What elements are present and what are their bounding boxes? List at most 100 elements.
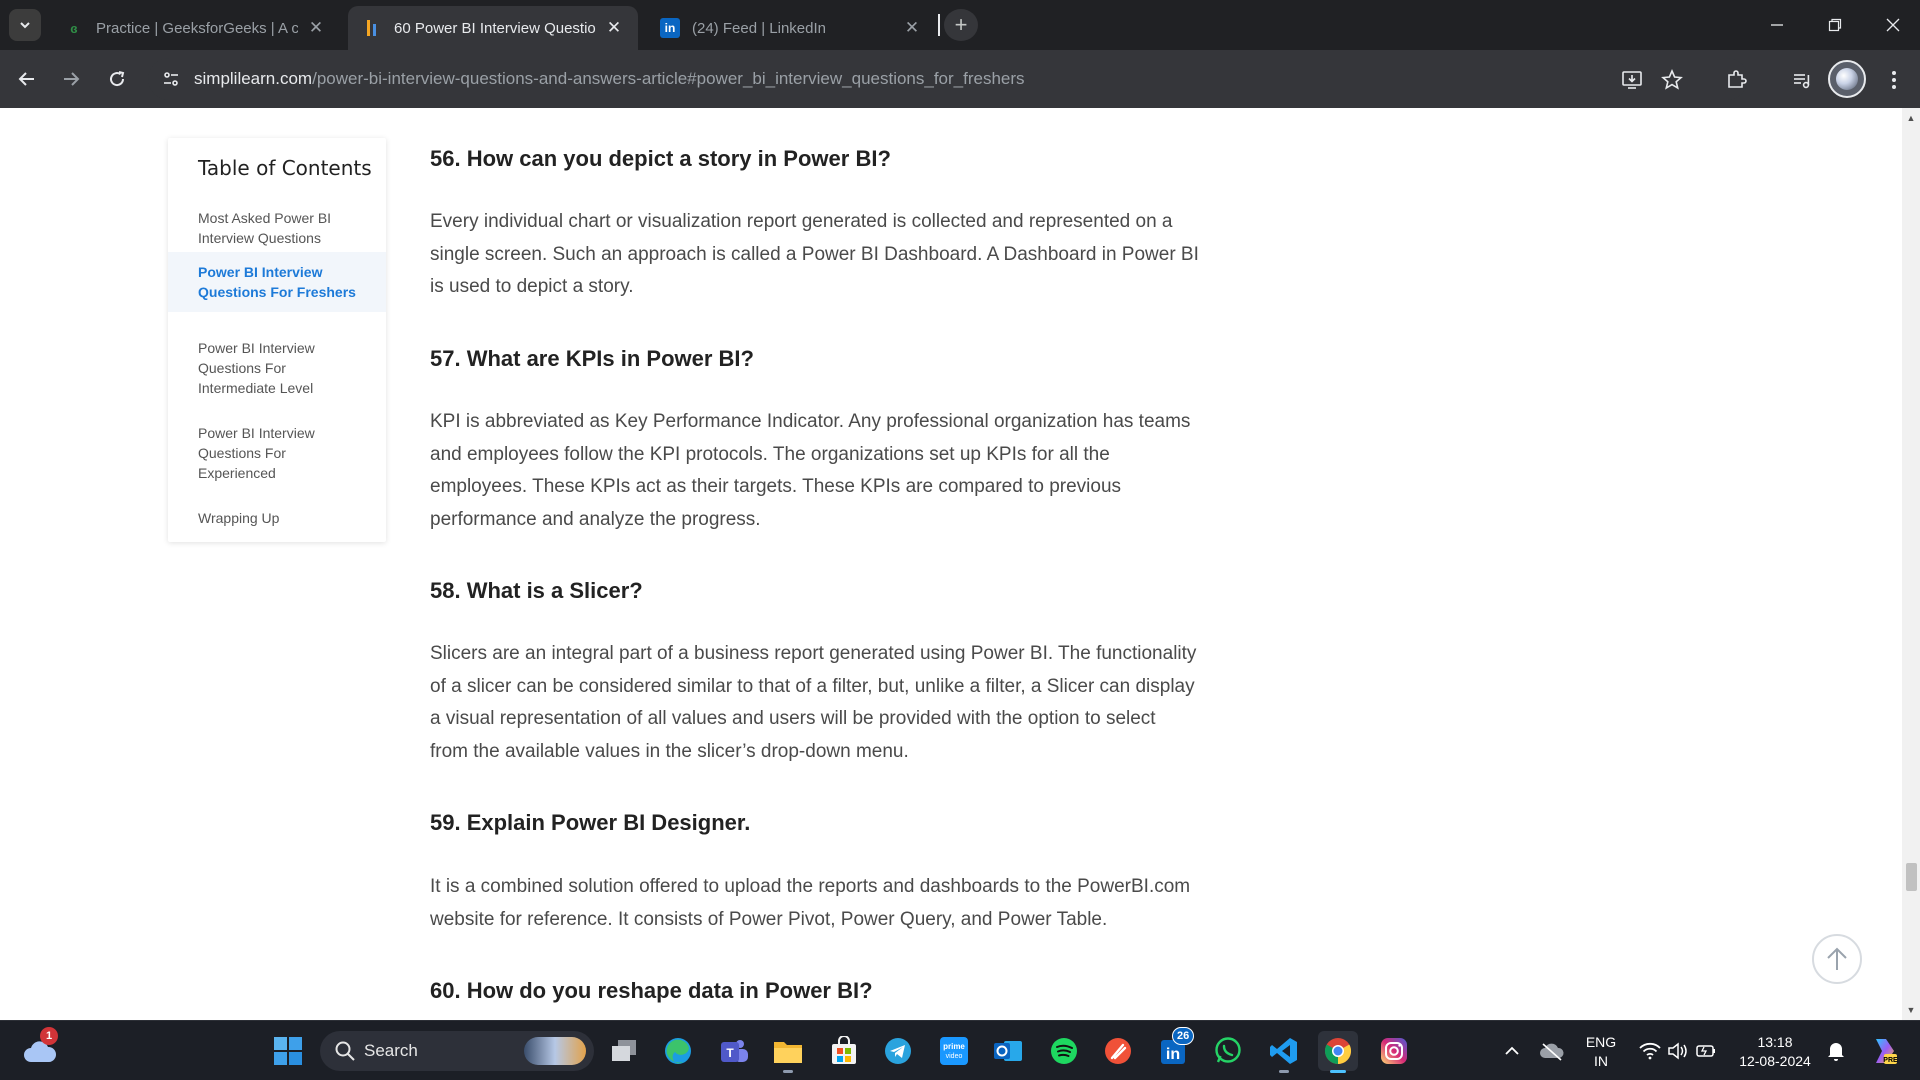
- taskbar-vscode[interactable]: [1264, 1031, 1304, 1073]
- bookmark-star-button[interactable]: [1658, 66, 1686, 94]
- chevron-down-icon: [20, 22, 30, 29]
- taskbar-swift[interactable]: [1098, 1031, 1138, 1071]
- restore-icon: [1828, 18, 1842, 32]
- tab-geeksforgeeks[interactable]: ɞ Practice | GeeksforGeeks | A com ✕: [50, 6, 340, 50]
- paragraph-line: a visual representation of all values an…: [430, 708, 1156, 730]
- teams-icon: T: [721, 1040, 748, 1062]
- taskbar-teams[interactable]: T: [714, 1031, 754, 1071]
- search-highlight-icon: [524, 1037, 586, 1065]
- taskbar-instagram[interactable]: [1374, 1031, 1414, 1071]
- paragraph-line: Slicers are an integral part of a busine…: [430, 643, 1197, 664]
- paragraph-line: of a slicer can be considered similar to…: [430, 675, 1195, 697]
- chrome-menu-button[interactable]: [1880, 66, 1908, 94]
- taskbar-linkedin[interactable]: in 26: [1154, 1027, 1195, 1071]
- task-view-button[interactable]: [604, 1031, 644, 1071]
- browser-tab-strip: ɞ Practice | GeeksforGeeks | A com ✕ 60 …: [0, 0, 1920, 50]
- instagram-icon: [1381, 1038, 1407, 1064]
- clock-time: 13:18: [1757, 1034, 1793, 1050]
- restore-button[interactable]: [1806, 0, 1864, 50]
- extensions-button[interactable]: [1722, 66, 1750, 94]
- media-controls-button[interactable]: [1788, 66, 1816, 94]
- install-app-button[interactable]: [1618, 66, 1646, 94]
- tab-title: 60 Power BI Interview Questions: [394, 19, 596, 37]
- simplilearn-icon: [362, 18, 382, 38]
- reload-button[interactable]: [102, 64, 132, 94]
- scroll-up-arrow-icon[interactable]: ▲: [1902, 110, 1920, 126]
- widgets-button[interactable]: 1: [20, 1027, 60, 1071]
- toc-item-wrapping-up[interactable]: Wrapping Up: [168, 508, 386, 528]
- language-indicator[interactable]: ENG IN: [1576, 1033, 1626, 1071]
- windows-taskbar: 1 Search T prime video in 26 ENG IN 13:1…: [0, 1020, 1920, 1080]
- close-window-button[interactable]: [1864, 0, 1920, 50]
- whatsapp-icon: [1215, 1037, 1241, 1063]
- address-bar[interactable]: simplilearn.com/power-bi-interview-quest…: [148, 58, 1748, 100]
- microsoft-store-icon: [832, 1036, 856, 1064]
- taskbar-search[interactable]: Search: [320, 1031, 594, 1071]
- tab-linkedin[interactable]: in (24) Feed | LinkedIn ✕: [646, 6, 936, 50]
- answer-paragraph: Slicers are an integral part of a busine…: [430, 638, 1240, 768]
- toc-item-freshers[interactable]: Power BI Interview Questions For Fresher…: [168, 252, 386, 312]
- paragraph-line: and employees follow the KPI protocols. …: [430, 443, 1110, 465]
- close-icon: [1886, 18, 1900, 32]
- minimize-icon: [1771, 24, 1783, 26]
- start-button[interactable]: [268, 1031, 308, 1071]
- table-of-contents: Table of Contents Most Asked Power BI In…: [168, 138, 386, 542]
- new-tab-button[interactable]: +: [944, 9, 978, 41]
- paragraph-line: single screen. Such an approach is calle…: [430, 243, 1199, 265]
- notification-badge: 26: [1172, 1027, 1195, 1045]
- taskbar-outlook[interactable]: [988, 1031, 1028, 1071]
- forward-button[interactable]: [56, 64, 86, 94]
- notifications-button[interactable]: [1816, 1031, 1856, 1071]
- question-heading: 60. How do you reshape data in Power BI?: [430, 978, 873, 1003]
- bell-icon: [1828, 1043, 1844, 1061]
- onedrive-button[interactable]: [1532, 1031, 1572, 1071]
- more-vertical-icon: [1892, 71, 1896, 89]
- close-icon[interactable]: ✕: [902, 18, 922, 38]
- taskbar-microsoft-store[interactable]: [824, 1031, 864, 1071]
- tab-search-button[interactable]: [9, 9, 41, 41]
- profile-avatar-button[interactable]: [1828, 60, 1866, 98]
- toc-item-intermediate[interactable]: Power BI Interview Questions For Interme…: [168, 338, 386, 398]
- paragraph-line: KPI is abbreviated as Key Performance In…: [430, 411, 1191, 432]
- spotify-icon: [1051, 1038, 1077, 1064]
- tab-simplilearn[interactable]: 60 Power BI Interview Questions ✕: [348, 6, 638, 50]
- outlook-icon: [994, 1041, 1022, 1061]
- toc-item-experienced[interactable]: Power BI Interview Questions For Experie…: [168, 423, 386, 483]
- scroll-to-top-button[interactable]: [1812, 934, 1862, 984]
- question-heading: 59. Explain Power BI Designer.: [430, 810, 751, 835]
- close-icon[interactable]: ✕: [306, 18, 326, 38]
- clock-date: 12-08-2024: [1739, 1053, 1811, 1069]
- quick-settings-button[interactable]: [1628, 1031, 1728, 1071]
- taskbar-telegram[interactable]: [878, 1031, 918, 1071]
- minimize-button[interactable]: [1748, 0, 1806, 50]
- show-hidden-icons-button[interactable]: [1492, 1031, 1532, 1071]
- taskbar-whatsapp[interactable]: [1208, 1031, 1248, 1071]
- start-icon: [274, 1037, 302, 1065]
- scrollbar-thumb[interactable]: [1906, 863, 1917, 891]
- url-path: /power-bi-interview-questions-and-answer…: [312, 69, 1025, 88]
- taskbar-prime-video[interactable]: prime video: [934, 1031, 974, 1071]
- cloud-offline-icon: [1540, 1043, 1564, 1061]
- scroll-down-arrow-icon[interactable]: ▼: [1902, 1002, 1920, 1018]
- back-button[interactable]: [12, 64, 42, 94]
- site-info-icon[interactable]: [158, 66, 184, 92]
- svg-text:prime: prime: [943, 1042, 965, 1051]
- tab-separator: [938, 14, 940, 36]
- copilot-button[interactable]: PRE: [1862, 1031, 1902, 1071]
- edge-icon: [665, 1038, 691, 1064]
- paragraph-line: from the available values in the slicer’…: [430, 740, 909, 762]
- search-label: Search: [364, 1041, 418, 1060]
- taskbar-spotify[interactable]: [1044, 1031, 1084, 1071]
- close-icon[interactable]: ✕: [604, 18, 624, 38]
- clock[interactable]: 13:18 12-08-2024: [1730, 1033, 1820, 1071]
- page-scrollbar[interactable]: ▲ ▼: [1902, 108, 1920, 1020]
- url-host: simplilearn.com: [194, 69, 313, 88]
- taskbar-chrome[interactable]: [1318, 1031, 1358, 1073]
- active-indicator: [1330, 1070, 1346, 1073]
- toc-item-most-asked[interactable]: Most Asked Power BI Interview Questions: [168, 208, 386, 248]
- running-indicator: [783, 1070, 793, 1073]
- taskbar-edge[interactable]: [658, 1031, 698, 1071]
- taskbar-file-explorer[interactable]: [768, 1031, 808, 1073]
- paragraph-line: It is a combined solution offered to upl…: [430, 876, 1191, 897]
- paragraph-line: employees. These KPIs act as their targe…: [430, 476, 1122, 498]
